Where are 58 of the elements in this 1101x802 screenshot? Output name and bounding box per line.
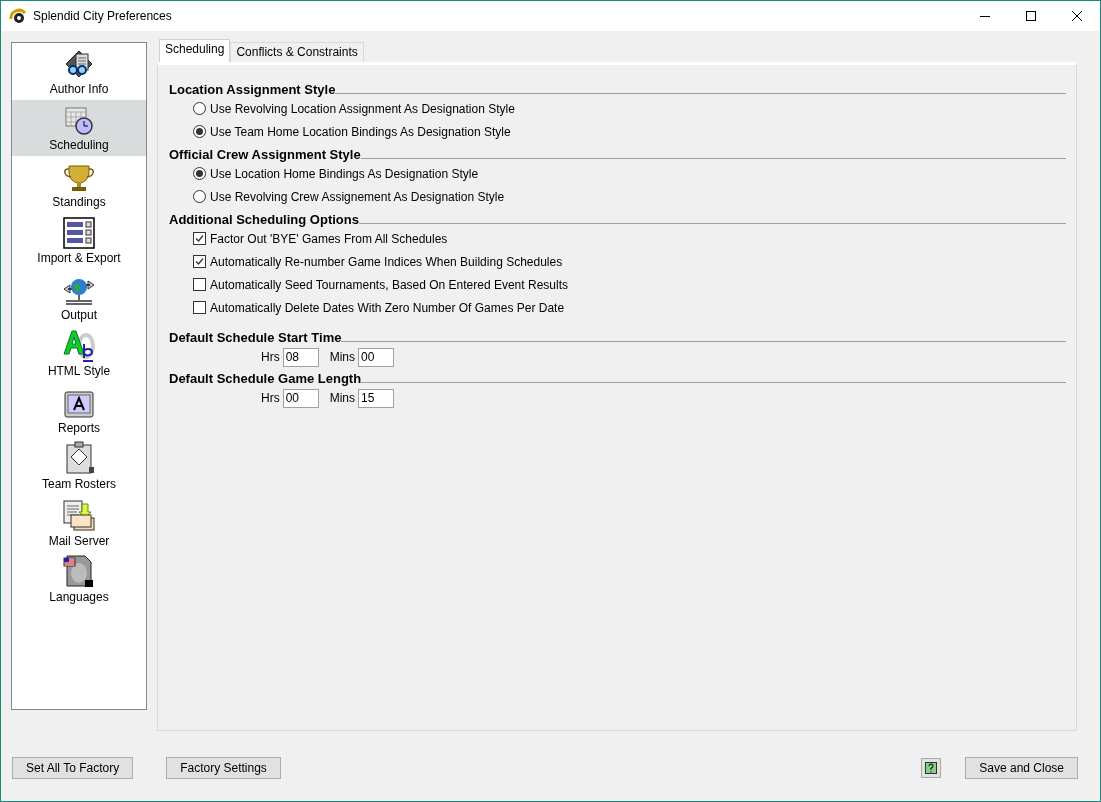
help-button[interactable] <box>921 757 942 778</box>
option-label: Automatically Re-number Game Indices When Building Schedules <box>210 254 563 269</box>
window-title: Splendid City Preferences <box>33 9 173 23</box>
minutes-label: Mins <box>329 391 355 405</box>
option-label: Automatically Seed Tournaments, Based On Entered Event Results <box>210 277 568 292</box>
tab[interactable]: Scheduling <box>159 39 231 62</box>
checkbox[interactable] <box>193 232 206 245</box>
radio-button[interactable] <box>193 190 206 203</box>
null[interactable]: Factory Settings <box>166 756 281 779</box>
trophy-icon <box>61 162 97 193</box>
option-label: Automatically Delete Dates With Zero Number Of Games Per Date <box>210 300 565 315</box>
sidebar-item[interactable]: Team Rosters <box>12 438 146 495</box>
hours-label: Hrs <box>261 350 280 364</box>
font-style-icon <box>62 328 96 362</box>
maximize-icon <box>1026 11 1036 21</box>
option-label: Use Location Home Bindings As Designation Style <box>210 166 479 181</box>
hours-field[interactable]: 00 <box>282 388 319 408</box>
mail-documents-icon <box>62 499 96 532</box>
section-heading: Official Crew Assignment Style <box>169 147 361 162</box>
section-heading: Default Schedule Game Length <box>169 371 362 386</box>
null[interactable]: Save and Close <box>965 756 1078 779</box>
sidebar-item[interactable]: Standings <box>12 156 146 213</box>
section-heading: Additional Scheduling Options <box>169 212 359 227</box>
minutes-field[interactable]: 00 <box>358 347 394 367</box>
help-icon <box>925 761 938 774</box>
minutes-label: Mins <box>329 350 355 364</box>
calendar-clock-icon <box>64 106 94 136</box>
option-label: Use Revolving Crew Assignement As Designation Style <box>210 189 505 204</box>
hours-field[interactable]: 08 <box>282 347 319 367</box>
sidebar-item[interactable]: Reports <box>12 382 146 439</box>
section-heading: Location Assignment Style <box>169 82 336 97</box>
section-heading: Default Schedule Start Time <box>169 330 342 345</box>
sidebar-item[interactable]: Import & Export <box>12 212 146 269</box>
option-label: Factor Out 'BYE' Games From All Schedules <box>210 231 448 246</box>
face-document-icon <box>63 554 95 588</box>
sidebar-item[interactable]: Mail Server <box>12 495 146 552</box>
sidebar-item[interactable]: Languages <box>12 551 146 608</box>
tab[interactable]: Conflicts & Constraints <box>230 42 364 62</box>
checkbox[interactable] <box>193 278 206 291</box>
option-label: Use Team Home Location Bindings As Designation Style <box>210 124 511 139</box>
close-icon <box>1072 11 1082 21</box>
null[interactable]: Set All To Factory <box>12 756 134 779</box>
clipboard-icon <box>63 441 95 475</box>
sidebar-item[interactable]: HTML Style <box>12 325 146 382</box>
form-list-icon <box>63 217 95 249</box>
hours-label: Hrs <box>261 391 280 405</box>
radio-button[interactable] <box>193 102 206 115</box>
letter-frame-icon <box>64 390 94 419</box>
sidebar-item[interactable]: Output <box>12 269 146 326</box>
radio-button[interactable] <box>193 167 206 180</box>
checkbox[interactable] <box>193 255 206 268</box>
minutes-field[interactable]: 15 <box>358 388 394 408</box>
app-logo-icon <box>9 7 27 25</box>
option-label: Use Revolving Location Assignment As Designation Style <box>210 101 515 116</box>
sidebar-item[interactable]: Author Info <box>12 43 146 100</box>
radio-button[interactable] <box>193 125 206 138</box>
sidebar-item[interactable]: Scheduling <box>12 99 146 156</box>
checkbox[interactable] <box>193 301 206 314</box>
